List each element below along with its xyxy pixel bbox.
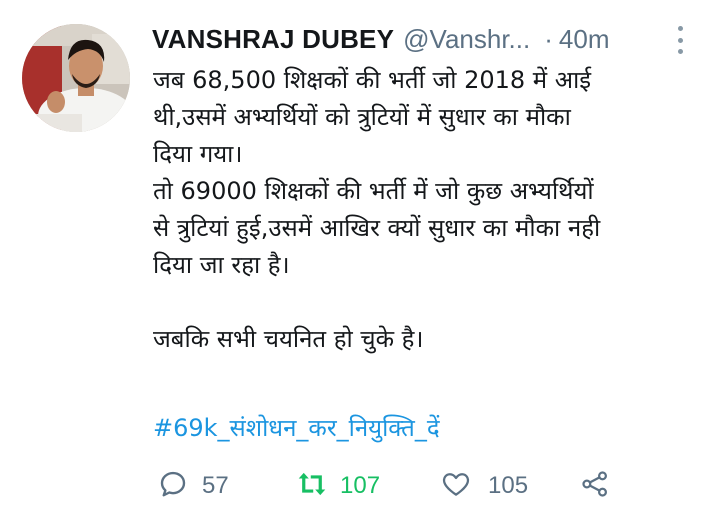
tweet-text-line: जबकि सभी चयनित हो चुके है। — [153, 325, 424, 353]
tweet-text-line: तो 69000 शिक्षकों की भर्ती में जो कुछ अभ… — [153, 177, 594, 205]
like-count: 105 — [488, 472, 529, 499]
more-dot — [677, 37, 683, 43]
avatar-photo — [22, 24, 130, 132]
tweet-text-line: दिया जा रहा है। — [153, 251, 290, 279]
tweet-header: VANSHRAJ DUBEY @Vanshr... · 40m — [152, 22, 692, 56]
share-button[interactable] — [580, 466, 610, 506]
tweet-timestamp[interactable]: 40m — [559, 24, 610, 55]
hashtag-link[interactable]: #69k_संशोधन_कर_नियुक्ति_दें — [153, 410, 440, 447]
tweet-text-line: थी,उसमें अभ्यर्थियों को त्रुटियों में सु… — [153, 103, 571, 131]
like-button[interactable]: 105 — [440, 466, 528, 506]
tweet-text-line: से त्रुटियां हुई,उसमें आखिर क्यों सुधार … — [153, 214, 601, 242]
tweet-text-line: दिया गया। — [153, 140, 243, 168]
share-icon — [580, 469, 610, 503]
retweet-icon — [296, 469, 328, 503]
reply-icon — [158, 469, 188, 503]
avatar[interactable] — [22, 24, 130, 132]
more-dot — [677, 26, 683, 31]
tweet-text-line: जब 68,500 शिक्षकों की भर्ती जो 2018 में … — [153, 66, 592, 94]
retweet-count: 107 — [340, 472, 381, 499]
more-options-icon[interactable] — [672, 26, 688, 54]
tweet-text: जब 68,500 शिक्षकों की भर्ती जो 2018 में … — [153, 62, 713, 358]
heart-icon — [440, 469, 472, 503]
tweet-actions: 57 107 105 — [152, 466, 632, 506]
reply-button[interactable]: 57 — [158, 466, 229, 506]
author-handle[interactable]: @Vanshr... — [403, 24, 530, 55]
author-name[interactable]: VANSHRAJ DUBEY — [152, 24, 394, 55]
separator-dot: · — [544, 23, 553, 54]
retweet-button[interactable]: 107 — [296, 466, 380, 506]
more-dot — [677, 49, 683, 54]
reply-count: 57 — [202, 472, 229, 499]
